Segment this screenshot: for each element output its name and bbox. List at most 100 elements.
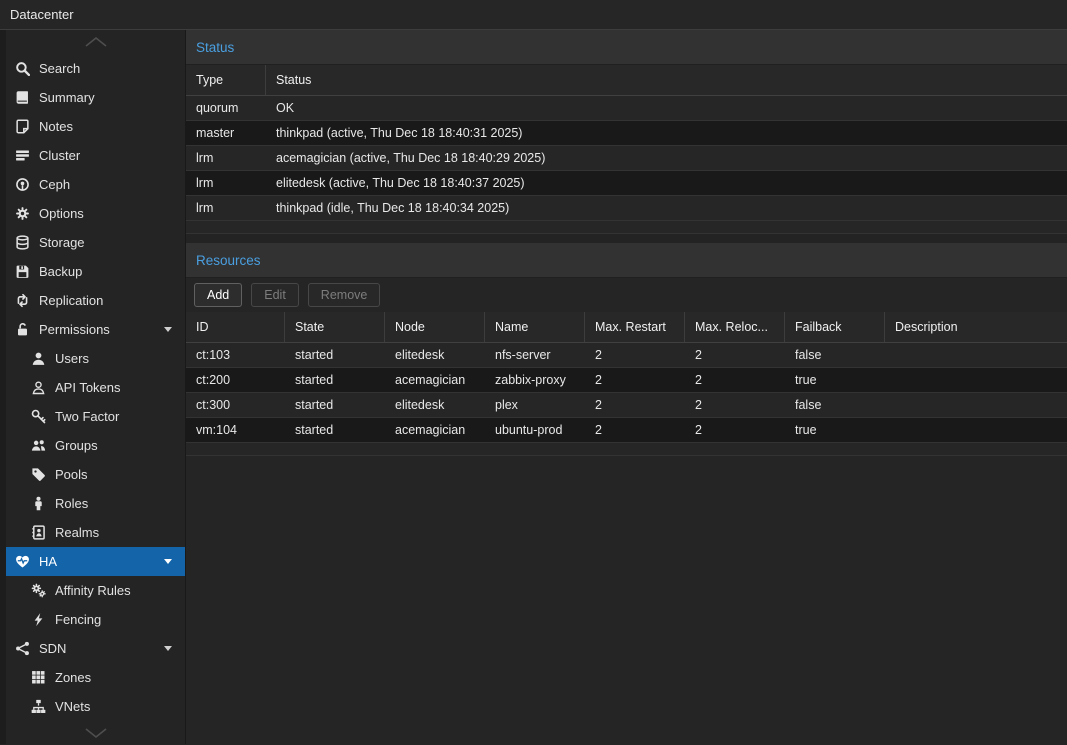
res-column-header-name[interactable]: Name	[485, 312, 585, 342]
sidebar-item-storage[interactable]: Storage	[6, 228, 185, 257]
sidebar-item-vnets[interactable]: VNets	[6, 692, 185, 721]
sidebar-item-label: Roles	[55, 496, 88, 511]
cell-state: started	[285, 418, 385, 442]
sidebar-item-affinity-rules[interactable]: Affinity Rules	[6, 576, 185, 605]
res-column-header-max-reloc[interactable]: Max. Reloc...	[685, 312, 785, 342]
sidebar-item-pools[interactable]: Pools	[6, 460, 185, 489]
remove-button: Remove	[308, 283, 381, 307]
book-icon	[15, 90, 30, 105]
sidebar-item-users[interactable]: Users	[6, 344, 185, 373]
sidebar-item-cluster[interactable]: Cluster	[6, 141, 185, 170]
table-row[interactable]: lrmelitedesk (active, Thu Dec 18 18:40:3…	[186, 171, 1067, 196]
table-row[interactable]: quorumOK	[186, 96, 1067, 121]
sidebar-item-ceph[interactable]: Ceph	[6, 170, 185, 199]
sidebar-item-label: Realms	[55, 525, 99, 540]
sidebar-item-permissions[interactable]: Permissions	[6, 315, 185, 344]
sidebar-item-search[interactable]: Search	[6, 54, 185, 83]
cell-status: thinkpad (active, Thu Dec 18 18:40:31 20…	[266, 121, 1067, 145]
chevron-down-icon[interactable]	[164, 327, 172, 332]
table-row[interactable]: ct:103startedelitedesknfs-server22false	[186, 343, 1067, 368]
sidebar-item-two-factor[interactable]: Two Factor	[6, 402, 185, 431]
address-book-icon	[31, 525, 46, 540]
res-column-header-node[interactable]: Node	[385, 312, 485, 342]
sidebar-item-label: Backup	[39, 264, 82, 279]
sidebar-item-roles[interactable]: Roles	[6, 489, 185, 518]
sidebar-item-replication[interactable]: Replication	[6, 286, 185, 315]
chevron-down-icon[interactable]	[164, 646, 172, 651]
sidebar-item-label: SDN	[39, 641, 66, 656]
cell-failback: false	[785, 343, 885, 367]
sidebar-item-label: Cluster	[39, 148, 80, 163]
sidebar-item-api-tokens[interactable]: API Tokens	[6, 373, 185, 402]
cell-max-restart: 2	[585, 368, 685, 392]
cell-failback: true	[785, 368, 885, 392]
status-table-tail	[186, 221, 1067, 234]
cell-max-reloc: 2	[685, 343, 785, 367]
status-column-header-status[interactable]: Status	[266, 65, 1067, 95]
sidebar-item-label: HA	[39, 554, 57, 569]
table-row[interactable]: masterthinkpad (active, Thu Dec 18 18:40…	[186, 121, 1067, 146]
cell-id: ct:300	[186, 393, 285, 417]
res-column-header-max-restart[interactable]: Max. Restart	[585, 312, 685, 342]
sidebar-item-backup[interactable]: Backup	[6, 257, 185, 286]
cell-max-reloc: 2	[685, 393, 785, 417]
chevron-down-icon[interactable]	[164, 559, 172, 564]
sidebar-item-summary[interactable]: Summary	[6, 83, 185, 112]
sidebar-item-fencing[interactable]: Fencing	[6, 605, 185, 634]
sidebar-item-zones[interactable]: Zones	[6, 663, 185, 692]
res-column-header-failback[interactable]: Failback	[785, 312, 885, 342]
table-row[interactable]: vm:104startedacemagicianubuntu-prod22tru…	[186, 418, 1067, 443]
chevron-down-icon	[83, 727, 109, 739]
status-table-header: TypeStatus	[186, 65, 1067, 96]
sidebar-item-label: Groups	[55, 438, 98, 453]
sidebar-nav: Search Summary Notes Cluster Ceph Options Stor…	[6, 54, 185, 721]
content-filler	[186, 456, 1067, 744]
cell-name: zabbix-proxy	[485, 368, 585, 392]
table-row[interactable]: ct:300startedelitedeskplex22false	[186, 393, 1067, 418]
sidebar-item-realms[interactable]: Realms	[6, 518, 185, 547]
cell-name: plex	[485, 393, 585, 417]
scroll-up-indicator[interactable]	[6, 30, 185, 54]
cell-description	[885, 418, 1067, 442]
sidebar-item-notes[interactable]: Notes	[6, 112, 185, 141]
sidebar-item-label: Options	[39, 206, 84, 221]
status-column-header-type[interactable]: Type	[186, 65, 266, 95]
add-button[interactable]: Add	[194, 283, 242, 307]
table-row[interactable]: lrmacemagician (active, Thu Dec 18 18:40…	[186, 146, 1067, 171]
sidebar-item-options[interactable]: Options	[6, 199, 185, 228]
page-title: Datacenter	[10, 7, 74, 22]
table-row[interactable]: lrmthinkpad (idle, Thu Dec 18 18:40:34 2…	[186, 196, 1067, 221]
resources-toolbar: AddEditRemove	[186, 278, 1067, 312]
status-table-body: quorumOKmasterthinkpad (active, Thu Dec …	[186, 96, 1067, 221]
res-column-header-state[interactable]: State	[285, 312, 385, 342]
res-column-header-id[interactable]: ID	[186, 312, 285, 342]
retweet-icon	[15, 293, 30, 308]
sidebar-item-label: Zones	[55, 670, 91, 685]
cell-node: elitedesk	[385, 343, 485, 367]
sidebar-item-label: Users	[55, 351, 89, 366]
sitemap-icon	[31, 699, 46, 714]
sidebar-item-label: Notes	[39, 119, 73, 134]
chevron-up-icon	[83, 36, 109, 48]
floppy-icon	[15, 264, 30, 279]
cell-id: vm:104	[186, 418, 285, 442]
cell-failback: false	[785, 393, 885, 417]
sidebar-item-label: Ceph	[39, 177, 70, 192]
sidebar-item-label: Pools	[55, 467, 88, 482]
cell-node: acemagician	[385, 418, 485, 442]
scroll-down-indicator[interactable]	[6, 721, 185, 744]
sidebar-item-sdn[interactable]: SDN	[6, 634, 185, 663]
sidebar-item-label: Fencing	[55, 612, 101, 627]
table-row[interactable]: ct:200startedacemagicianzabbix-proxy22tr…	[186, 368, 1067, 393]
resources-table-tail	[186, 443, 1067, 456]
sidebar-item-label: Permissions	[39, 322, 110, 337]
database-icon	[15, 235, 30, 250]
resources-table-header: IDStateNodeNameMax. RestartMax. Reloc...…	[186, 312, 1067, 343]
gears-icon	[31, 583, 46, 598]
cell-max-reloc: 2	[685, 368, 785, 392]
sidebar-item-groups[interactable]: Groups	[6, 431, 185, 460]
cell-max-reloc: 2	[685, 418, 785, 442]
sidebar-item-label: Summary	[39, 90, 95, 105]
res-column-header-description[interactable]: Description	[885, 312, 1067, 342]
sidebar-item-ha[interactable]: HA	[6, 547, 185, 576]
